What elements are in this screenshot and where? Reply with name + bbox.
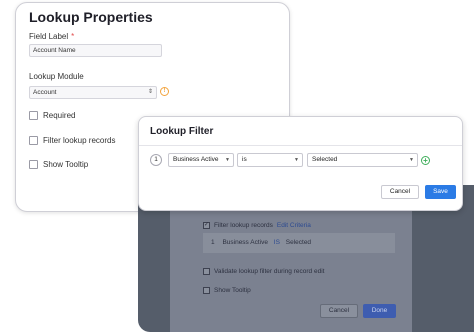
value-select[interactable]: Selected ▼	[307, 153, 418, 167]
dimmed-criteria-index: 1	[211, 239, 215, 246]
value-select-value: Selected	[312, 156, 338, 163]
dimmed-tooltip-row: Show Tooltip	[203, 287, 251, 294]
chevron-down-icon: ▼	[409, 157, 414, 163]
screen: Lookup Properties Field Label * Account N…	[0, 0, 474, 332]
dimmed-filter-row: ✓ Filter lookup records Edit Criteria	[203, 222, 311, 229]
lookup-module-select[interactable]: Account ⇕	[29, 86, 157, 99]
operator-select[interactable]: is ▼	[237, 153, 303, 167]
dimmed-check-icon: ✓	[203, 222, 210, 229]
field-label-caption: Field Label *	[29, 32, 74, 41]
lookup-module-value: Account	[33, 89, 57, 96]
chevron-down-icon: ▼	[294, 157, 299, 163]
chevron-down-icon: ▼	[225, 157, 230, 163]
show-tooltip-label: Show Tooltip	[43, 160, 89, 169]
lookup-module-label: Lookup Module	[29, 72, 84, 81]
dimmed-criteria-field: Business Active	[222, 239, 268, 246]
field-label-input[interactable]: Account Name	[29, 44, 162, 57]
dimmed-criteria-box: 1 Business Active IS Selected	[203, 233, 395, 253]
dimmed-cancel-button: Cancel	[320, 304, 358, 318]
dimmed-done-button: Done	[363, 304, 396, 318]
edit-criteria-link: Edit Criteria	[276, 222, 311, 229]
filter-lookup-checkbox[interactable]	[29, 136, 38, 145]
dimmed-validate-row: Validate lookup filter during record edi…	[203, 268, 324, 275]
filter-lookup-checkbox-row[interactable]: Filter lookup records	[29, 136, 115, 145]
add-criteria-icon[interactable]: +	[421, 156, 430, 165]
lookup-filter-dialog: Lookup Filter 1 Business Active ▼ is ▼ S…	[138, 116, 463, 211]
criteria-index-badge: 1	[150, 154, 162, 166]
required-star: *	[71, 32, 75, 41]
field-select-value: Business Active	[173, 156, 219, 163]
divider	[139, 145, 462, 146]
show-tooltip-checkbox[interactable]	[29, 160, 38, 169]
dimmed-tooltip-label: Show Tooltip	[214, 287, 251, 294]
required-checkbox[interactable]	[29, 111, 38, 120]
save-button[interactable]: Save	[425, 185, 456, 199]
up-down-caret-icon: ⇕	[147, 89, 153, 95]
field-select[interactable]: Business Active ▼	[168, 153, 234, 167]
dimmed-checkbox	[203, 268, 210, 275]
dimmed-tooltip-checkbox	[203, 287, 210, 294]
dimmed-criteria-operator: IS	[273, 239, 280, 246]
required-label: Required	[43, 111, 76, 120]
dimmed-filter-label: Filter lookup records	[214, 222, 273, 229]
dialog-title: Lookup Filter	[150, 126, 214, 137]
field-label-text: Field Label	[29, 32, 69, 41]
filter-lookup-label: Filter lookup records	[43, 136, 116, 145]
dimmed-validate-label: Validate lookup filter during record edi…	[214, 268, 325, 275]
info-icon[interactable]: !	[160, 87, 169, 96]
required-checkbox-row[interactable]: Required	[29, 111, 75, 120]
show-tooltip-checkbox-row[interactable]: Show Tooltip	[29, 160, 88, 169]
dimmed-criteria-value: Selected	[285, 239, 312, 246]
panel-title: Lookup Properties	[29, 9, 153, 25]
operator-select-value: is	[242, 156, 247, 163]
cancel-button[interactable]: Cancel	[381, 185, 419, 199]
